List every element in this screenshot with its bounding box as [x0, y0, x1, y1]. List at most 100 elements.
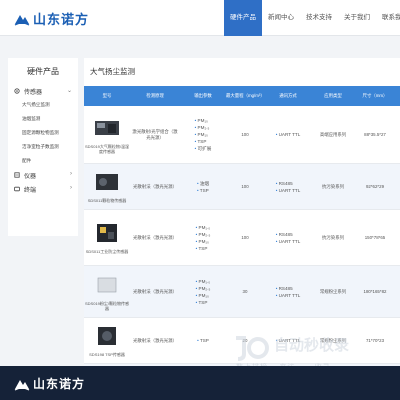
nav-item-news[interactable]: 新闻中心 — [262, 0, 300, 36]
product-model[interactable]: SDS019大气颗粒物/温湿度传感器 — [85, 144, 129, 155]
product-model[interactable]: SDS019粉尘/颗粒物传感器 — [85, 301, 129, 312]
output-param: TSP — [196, 299, 207, 306]
output-param: PM₂.₅ — [196, 285, 211, 292]
output-param: PM₂.₅ — [195, 124, 210, 131]
output-param: PM₁₀ — [196, 238, 209, 245]
app-cell: 常规粉尘系列 — [319, 288, 347, 294]
size-cell: 150*78*65 — [364, 234, 386, 240]
sidebar-title: 硬件产品 — [27, 67, 59, 76]
comm-method: UART TTL — [276, 187, 301, 194]
product-cell: SDS011工业防尘传感器 — [84, 210, 130, 265]
chevron-right-icon: › — [70, 185, 72, 191]
outputs-cell: PM₁.₀ PM₂.₅ PM₁₀ TSP — [180, 266, 226, 317]
product-image — [96, 174, 118, 191]
column-header: 型号 — [102, 93, 112, 98]
range-cell: 30 — [242, 288, 248, 294]
principle-cell: 光散射法（激光光源） — [133, 183, 177, 189]
output-param: PM₁₀ — [195, 117, 208, 124]
column-header: 应用类型 — [324, 93, 342, 98]
product-model[interactable]: SDS011工业防尘传感器 — [86, 249, 129, 254]
range-cell: 100 — [241, 234, 249, 240]
nav-item-about[interactable]: 关于我们 — [338, 0, 376, 36]
chevron-down-icon: ⌄ — [66, 88, 72, 94]
nav-item-contact[interactable]: 联系我们 — [376, 0, 400, 36]
sidebar-group-label: 终端 — [24, 187, 37, 194]
sidebar-group-label: 传感器 — [24, 89, 43, 96]
product-model[interactable]: SDS011颗粒物传感器 — [88, 198, 127, 203]
table-row[interactable]: SDS011颗粒物传感器 光散射法（激光光源） 油烟 TSP 100 RS485… — [84, 164, 400, 210]
output-param: PM₁₀ — [195, 131, 208, 138]
nav-item-hardware[interactable]: 硬件产品 — [224, 0, 262, 36]
table-row[interactable]: SDS011工业防尘传感器 光散射法（激光光源） PM₁.₀ PM₂.₅ PM₁… — [84, 210, 400, 266]
output-param: PM₁.₀ — [196, 224, 211, 231]
column-header: 尺寸（mm） — [362, 93, 388, 98]
table-row[interactable]: SDS019粉尘/颗粒物传感器 光散射法（激光光源） PM₁.₀ PM₂.₅ P… — [84, 266, 400, 318]
comm-method: RS485 — [276, 231, 293, 238]
comm-method: RS485 — [276, 180, 293, 187]
sidebar-item-oil-smoke[interactable]: 油烟监测 — [8, 112, 78, 126]
size-cell: 92*62*29 — [365, 183, 385, 189]
app-cell: 抗污染系列 — [322, 234, 344, 240]
table-row[interactable]: SDS019大气颗粒物/温湿度传感器 激光散射/光学组合（激光光源） PM₁₀ … — [84, 106, 400, 164]
output-param: 可扩展 — [195, 145, 212, 152]
column-header: 最大量程（mg/m³） — [226, 93, 265, 98]
sidebar: 硬件产品 传感器 ⌄ 大气扬尘监测 油烟监测 固定源颗粒物监测 洁净室粒子数监测… — [8, 58, 78, 236]
range-cell: 100 — [241, 131, 249, 137]
product-image — [95, 120, 119, 135]
principle-cell: 光散射法（激光光源） — [133, 288, 177, 294]
outputs-cell: 油烟 TSP — [180, 164, 226, 209]
product-image — [98, 327, 116, 346]
column-header: 检测原理 — [146, 93, 164, 98]
sidebar-item-cleanroom[interactable]: 洁净室粒子数监测 — [8, 140, 78, 154]
principle-cell: 光散射法（激光光源） — [133, 337, 177, 343]
sensor-icon — [14, 88, 20, 94]
sidebar-item-fixed-source[interactable]: 固定源颗粒物监测 — [8, 126, 78, 140]
column-header: 输出参数 — [194, 93, 212, 98]
outputs-cell: PM₁.₀ PM₂.₅ PM₁₀ TSP — [180, 210, 226, 265]
product-cell: SDS019大气颗粒物/温湿度传感器 — [84, 106, 130, 163]
footer-logo-text: 山东诺方 — [33, 377, 86, 391]
comm-method: UART TTL — [276, 131, 301, 138]
outputs-cell: PM₁₀ PM₂.₅ PM₁₀ TSP 可扩展 — [180, 106, 226, 163]
size-cell: 180*165*82 — [363, 288, 387, 294]
product-cell: SDS198 TSP传感器 — [84, 318, 130, 363]
sidebar-group-terminal[interactable]: 终端 › — [8, 182, 78, 196]
table-header: 型号 检测原理 输出参数 最大量程（mg/m³） 通讯方式 应用类型 尺寸（mm… — [84, 86, 400, 106]
main-nav: 硬件产品 新闻中心 技术支持 关于我们 联系我们 — [224, 0, 400, 36]
site-header: 山东诺方 硬件产品 新闻中心 技术支持 关于我们 联系我们 — [0, 0, 400, 36]
product-cell: SDS019粉尘/颗粒物传感器 — [84, 266, 130, 317]
comm-method: UART TTL — [276, 238, 301, 245]
watermark-logo-icon — [236, 336, 269, 361]
principle-cell: 光散射法（激光光源） — [133, 234, 177, 240]
footer-logo[interactable]: 山东诺方 — [14, 375, 85, 392]
comm-method: UART TTL — [276, 292, 301, 299]
watermark-title: 自动秒收录 — [274, 337, 350, 354]
comm-method: RS485 — [276, 285, 293, 292]
sidebar-item-dust[interactable]: 大气扬尘监测 — [8, 98, 78, 112]
instrument-icon — [14, 172, 20, 178]
sidebar-group-sensor[interactable]: 传感器 ⌄ — [8, 84, 78, 98]
product-image — [97, 224, 117, 243]
output-param: TSP — [197, 337, 209, 344]
range-cell: 100 — [241, 183, 249, 189]
sidebar-group-instrument[interactable]: 仪器 › — [8, 168, 78, 182]
output-param: TSP — [196, 245, 207, 252]
terminal-icon — [14, 186, 20, 192]
outputs-cell: TSP — [180, 318, 226, 363]
product-image — [97, 277, 117, 292]
comm-cell: RS485 UART TTL — [264, 266, 312, 317]
output-param: 油烟 — [197, 180, 209, 187]
nav-item-support[interactable]: 技术支持 — [300, 0, 338, 36]
product-cell: SDS011颗粒物传感器 — [84, 164, 130, 209]
app-cell: 高端应用系列 — [319, 131, 347, 137]
output-param: PM₂.₅ — [196, 231, 211, 238]
site-logo[interactable]: 山东诺方 — [14, 9, 89, 28]
site-footer: 山东诺方 — [0, 366, 400, 400]
product-model[interactable]: SDS198 TSP传感器 — [89, 352, 125, 357]
sidebar-item-accessories[interactable]: 配件 — [8, 154, 78, 168]
app-cell: 抗污染系列 — [322, 183, 344, 189]
comm-cell: RS485 UART TTL — [264, 164, 312, 209]
output-param: TSP — [197, 187, 209, 194]
comm-cell: UART TTL — [264, 106, 312, 163]
size-cell: 88*35.5*27 — [364, 131, 386, 137]
